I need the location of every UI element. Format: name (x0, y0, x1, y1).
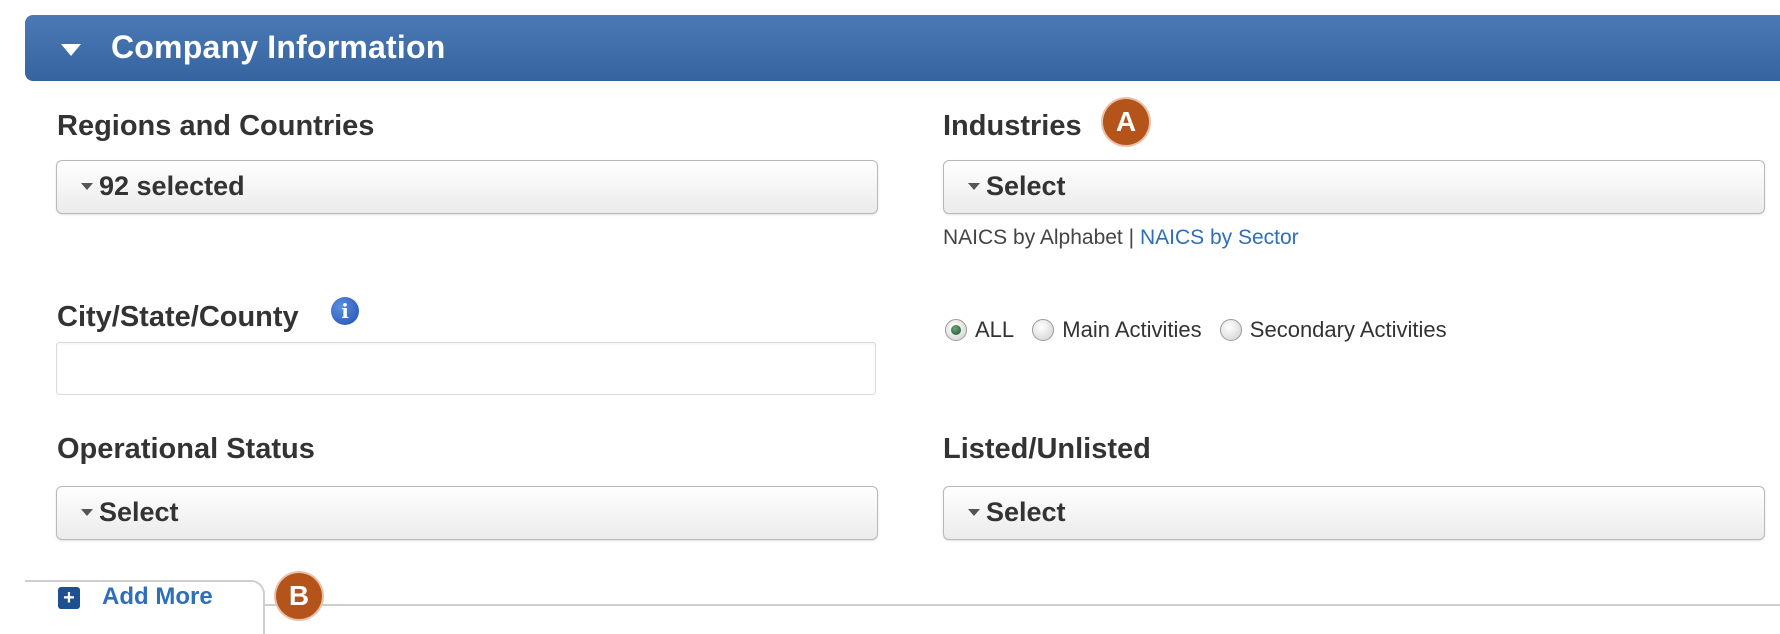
callout-badge-a: A (1103, 99, 1149, 145)
naics-by-sector-link[interactable]: NAICS by Sector (1140, 226, 1299, 249)
operational-status-dropdown-value: Select (99, 497, 179, 527)
radio-all-label: ALL (975, 317, 1015, 343)
radio-main-activities[interactable] (1032, 319, 1055, 342)
chevron-down-icon (968, 509, 980, 516)
plus-icon: + (58, 586, 80, 609)
regions-label: Regions and Countries (57, 110, 375, 142)
operational-status-dropdown[interactable]: Select (56, 486, 878, 540)
info-icon[interactable]: i (331, 297, 359, 325)
city-state-county-input[interactable] (56, 342, 876, 395)
industries-label: Industries (943, 110, 1082, 142)
section-header-company-information[interactable]: Company Information (25, 15, 1780, 81)
radio-all[interactable] (945, 319, 967, 342)
city-state-county-label: City/State/County (57, 301, 299, 333)
naics-links: NAICS by Alphabet | NAICS by Sector (943, 226, 1299, 250)
radio-main-activities-label: Main Activities (1062, 317, 1202, 343)
section-title: Company Information (111, 29, 446, 65)
listed-unlisted-dropdown[interactable]: Select (943, 486, 1765, 540)
radio-secondary-activities[interactable] (1219, 319, 1242, 342)
regions-dropdown[interactable]: 92 selected (56, 160, 878, 214)
chevron-down-icon (81, 183, 93, 190)
industries-dropdown[interactable]: Select (943, 160, 1765, 214)
naics-by-alphabet-link[interactable]: NAICS by Alphabet (943, 226, 1123, 249)
add-more-label: Add More (102, 583, 213, 610)
operational-status-label: Operational Status (57, 433, 315, 465)
listed-unlisted-dropdown-value: Select (986, 497, 1066, 527)
chevron-down-icon (968, 183, 980, 190)
radio-secondary-activities-label: Secondary Activities (1249, 317, 1447, 343)
listed-unlisted-label: Listed/Unlisted (943, 433, 1151, 465)
chevron-down-icon (81, 509, 93, 516)
activity-radio-group: ALL Main Activities Secondary Activities (945, 316, 1459, 350)
industries-dropdown-value: Select (986, 171, 1066, 201)
regions-dropdown-value: 92 selected (99, 171, 245, 201)
add-more-button[interactable]: + Add More (58, 583, 213, 611)
naics-links-separator: | (1128, 226, 1135, 249)
tab-divider-line (250, 604, 1780, 606)
collapse-caret-icon (61, 44, 81, 56)
callout-badge-b: B (276, 573, 322, 619)
